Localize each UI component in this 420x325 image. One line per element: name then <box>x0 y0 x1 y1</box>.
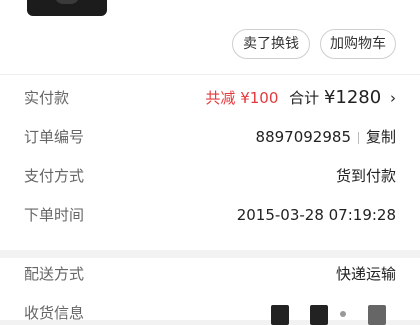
paid-row[interactable]: 实付款 共减 ¥100 合计 ¥1280 › <box>24 86 396 110</box>
thumbnail-dot <box>340 311 346 317</box>
order-card: 卖了换钱 加购物车 实付款 共减 ¥100 合计 ¥1280 › 订单编号 88… <box>0 0 420 250</box>
divider <box>0 74 420 75</box>
payment-method-value: 货到付款 <box>335 167 396 185</box>
add-to-cart-button[interactable]: 加购物车 <box>320 29 396 59</box>
receiver-info-row[interactable]: 收货信息 <box>24 301 396 325</box>
product-image[interactable] <box>27 0 107 16</box>
chevron-right-icon[interactable]: › <box>390 89 396 107</box>
total-amount: ¥1280 <box>323 87 382 108</box>
shipping-method-value: 快递运输 <box>335 265 396 283</box>
discount-text: 共减 ¥100 <box>205 89 279 107</box>
thumbnail-2 <box>310 305 328 325</box>
order-time-label: 下单时间 <box>24 206 85 224</box>
order-time-value: 2015-03-28 07:19:28 <box>236 206 396 224</box>
thumbnail-3 <box>368 305 386 325</box>
order-number-value: 8897092985 复制 <box>256 125 396 149</box>
separator <box>357 131 359 144</box>
payment-method-label: 支付方式 <box>24 167 85 185</box>
shipping-method-label: 配送方式 <box>24 265 85 283</box>
product-image-detail <box>55 0 79 4</box>
copy-button[interactable]: 复制 <box>366 128 396 146</box>
order-number-label: 订单编号 <box>24 128 85 146</box>
order-time-row: 下单时间 2015-03-28 07:19:28 <box>24 203 396 227</box>
shipping-method-row: 配送方式 快递运输 <box>24 262 396 286</box>
sell-button[interactable]: 卖了换钱 <box>232 29 310 59</box>
receiver-info-label: 收货信息 <box>24 304 85 322</box>
paid-value[interactable]: 共减 ¥100 合计 ¥1280 › <box>205 86 396 110</box>
total-prefix: 合计 <box>289 89 320 107</box>
order-number-row: 订单编号 8897092985 复制 <box>24 125 396 149</box>
payment-method-row: 支付方式 货到付款 <box>24 164 396 188</box>
thumbnail-1 <box>271 305 289 325</box>
order-number: 8897092985 <box>255 128 351 146</box>
paid-label: 实付款 <box>24 89 70 107</box>
